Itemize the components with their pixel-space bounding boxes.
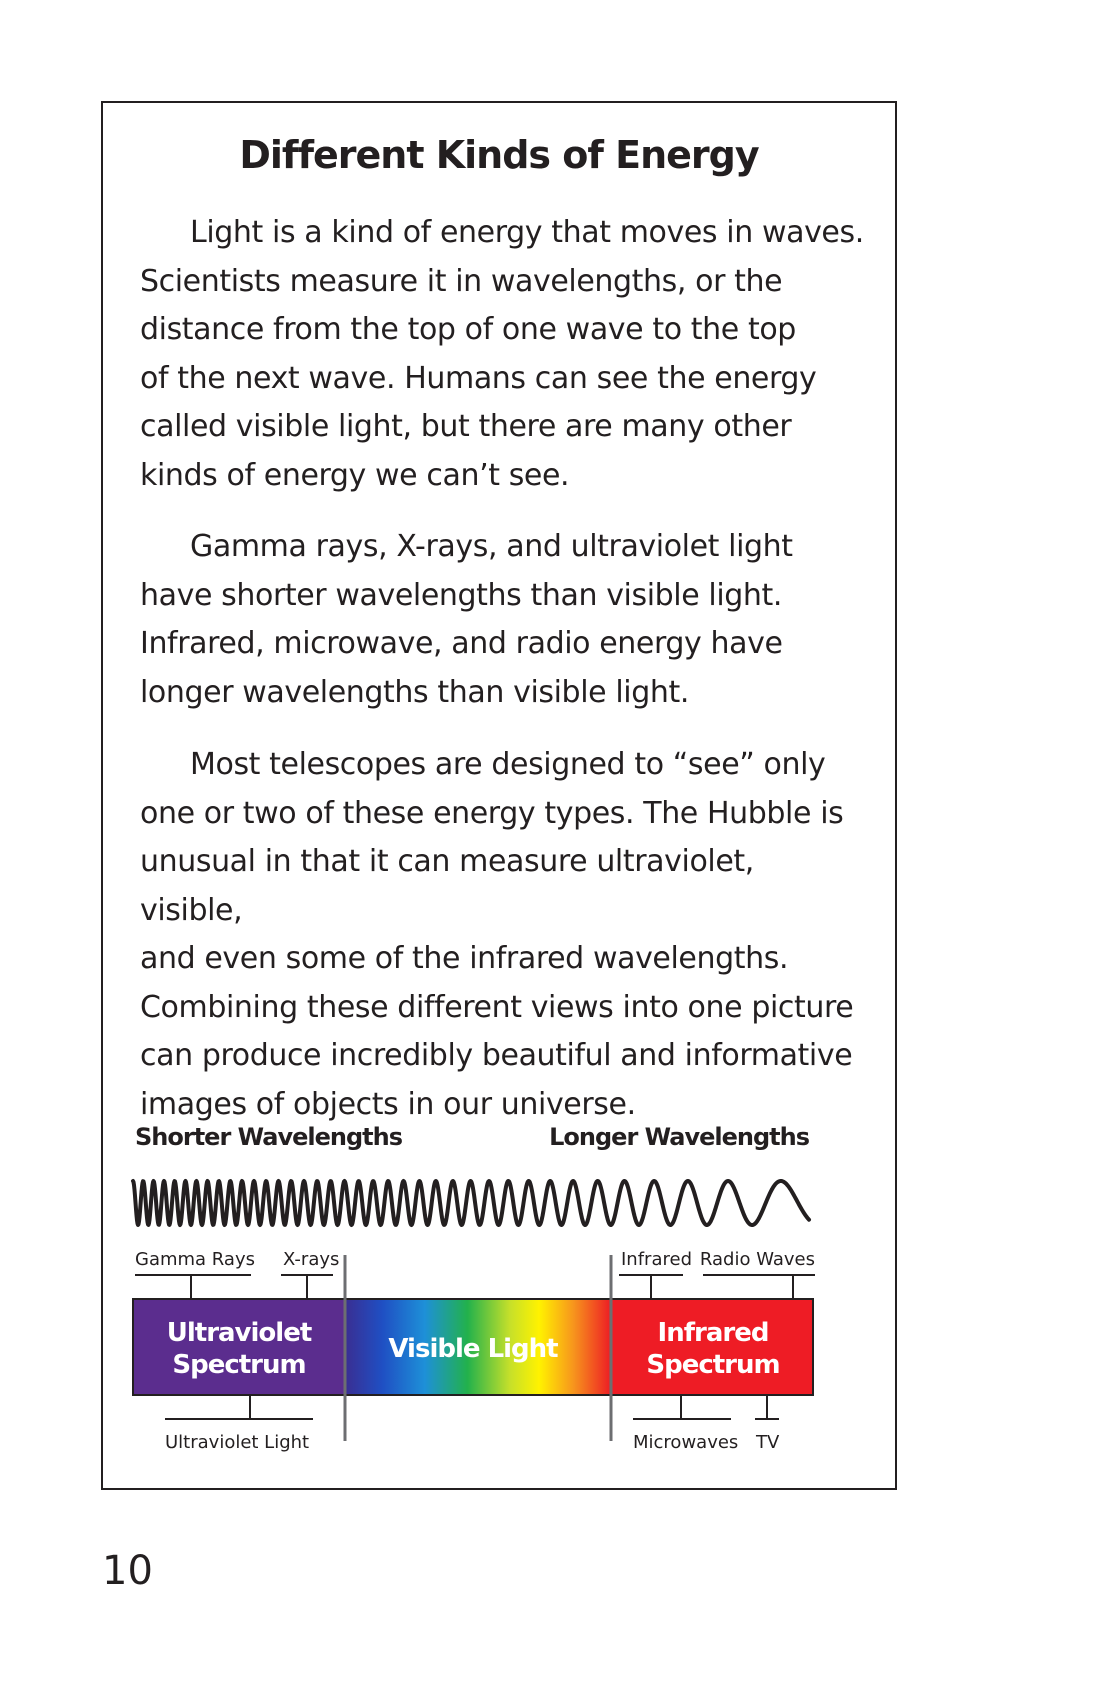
paragraph-line: Most telescopes are designed to “see” on… [190,747,826,782]
paragraph-line: Combining these different views into one… [140,989,854,1025]
ir-band-label-line-1: Infrared [658,1318,769,1348]
uv-band-label-line-2: Spectrum [172,1350,305,1380]
paragraph-line: distance from the top of one wave to the… [140,312,796,347]
paragraph-line: Infrared, microwave, and radio energy ha… [140,626,783,661]
paragraph-line: Light is a kind of energy that moves in … [190,215,864,250]
longer-wavelengths-label: Longer Wavelengths [549,1123,810,1151]
paragraph-line: unusual in that it can measure ultraviol… [140,844,754,928]
tv-label: TV [755,1432,780,1453]
microwaves-label: Microwaves [633,1432,738,1453]
visible-band-label: Visible Light [388,1334,558,1364]
ir-band-label-line-2: Spectrum [646,1350,779,1380]
page-number: 10 [102,1548,153,1594]
sidebar-panel: Different Kinds of Energy Light is a kin… [101,101,897,1490]
paragraph-line: longer wavelengths than visible light. [140,674,689,710]
paragraph-2: Gamma rays, X-rays, and ultraviolet ligh… [140,523,860,717]
xrays-label: X-rays [283,1249,339,1270]
paragraph-line: called visible light, but there are many… [140,409,792,444]
radio-waves-label: Radio Waves [700,1249,815,1270]
paragraph-line: Gamma rays, X-rays, and ultraviolet ligh… [190,529,793,564]
paragraph-line: one or two of these energy types. The Hu… [140,795,844,831]
paragraph-line: and even some of the infrared wavelength… [140,941,789,976]
paragraph-line: can produce incredibly beautiful and inf… [140,1038,853,1073]
panel-title: Different Kinds of Energy [239,133,759,177]
paragraph-line: have shorter wavelengths than visible li… [140,577,783,613]
bottom-brackets [165,1395,779,1420]
paragraph-1: Light is a kind of energy that moves in … [140,209,864,500]
infrared-label: Infrared [621,1249,692,1270]
wave-line [131,1179,811,1227]
paragraph-3: Most telescopes are designed to “see” on… [140,741,860,1129]
paragraph-line: kinds of energy we can’t see. [140,457,570,493]
uv-band-label-line-1: Ultraviolet [167,1318,312,1348]
top-brackets [135,1274,815,1299]
ultraviolet-light-label: Ultraviolet Light [165,1432,309,1453]
gamma-rays-label: Gamma Rays [135,1249,255,1270]
paragraph-line: Scientists measure it in wavelengths, or… [140,263,783,299]
paragraph-line: of the next wave. Humans can see the ene… [140,360,817,396]
electromagnetic-spectrum-diagram: Shorter Wavelengths Longer Wavelengths G… [131,1123,815,1453]
shorter-wavelengths-label: Shorter Wavelengths [135,1123,403,1151]
